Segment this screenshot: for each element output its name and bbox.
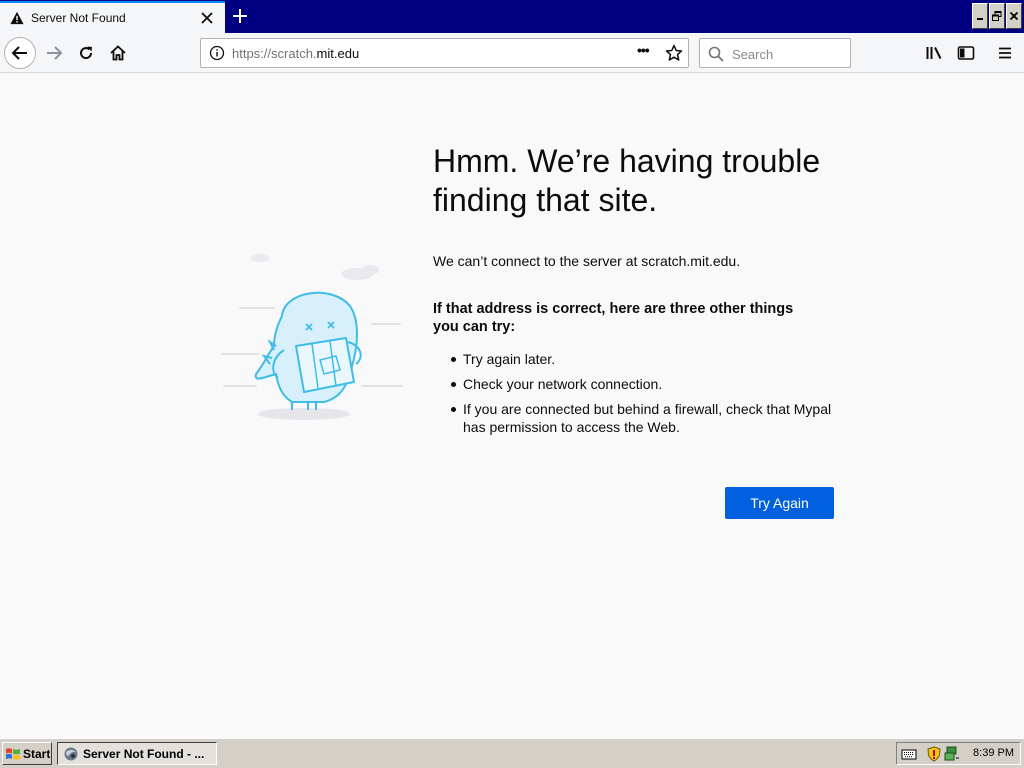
url-prefix: https://scratch.	[232, 46, 317, 61]
try-again-button[interactable]: Try Again	[725, 487, 834, 519]
keyboard-icon[interactable]	[901, 747, 917, 761]
library-icon	[926, 47, 942, 59]
search-input[interactable]	[730, 45, 849, 63]
tab-close-icon[interactable]	[198, 9, 216, 27]
windows-logo-icon	[6, 747, 20, 760]
back-button[interactable]	[4, 37, 36, 69]
back-arrow-icon	[11, 46, 27, 60]
error-description: We can’t connect to the server at scratc…	[433, 253, 741, 269]
bookmark-star-icon[interactable]	[665, 44, 683, 62]
close-window-button[interactable]	[1006, 3, 1022, 29]
library-button[interactable]	[920, 39, 948, 67]
suggestion-item: If you are connected but behind a firewa…	[451, 400, 853, 436]
error-title-line-2: finding that site.	[433, 182, 658, 218]
security-shield-icon[interactable]	[927, 746, 941, 762]
clock: 8:39 PM	[973, 747, 1014, 759]
suggestions-heading: If that address is correct, here are thr…	[433, 300, 853, 336]
warning-icon	[10, 11, 24, 25]
plus-icon	[233, 9, 247, 23]
suggestions-list: Try again later. Check your network conn…	[433, 350, 853, 436]
address-bar[interactable]: https://scratch.mit.edu •••	[200, 38, 689, 68]
forward-arrow-icon	[47, 46, 63, 60]
page-actions-icon[interactable]: •••	[637, 42, 650, 58]
search-bar[interactable]	[699, 38, 851, 68]
error-message-container: Hmm. We’re having trouble finding that s…	[433, 142, 853, 443]
reload-button[interactable]	[72, 39, 100, 67]
suggestions-heading-line-1: If that address is correct, here are thr…	[433, 301, 794, 317]
minimize-icon	[977, 18, 983, 20]
url-text[interactable]: https://scratch.mit.edu	[232, 46, 359, 61]
tab-title: Server Not Found	[31, 11, 126, 25]
suggestion-item: Try again later.	[451, 350, 853, 368]
search-icon	[708, 46, 724, 62]
menu-button[interactable]	[991, 39, 1019, 67]
error-illustration	[221, 254, 403, 420]
taskbar: Start Server Not Found - ... 8:39 PM	[0, 738, 1024, 768]
suggestions-heading-line-2: you can try:	[433, 319, 516, 335]
new-tab-button[interactable]	[229, 5, 251, 27]
title-bar: Server Not Found	[0, 0, 1024, 33]
home-icon	[110, 45, 126, 61]
url-domain: mit.edu	[316, 46, 360, 61]
start-button[interactable]: Start	[2, 742, 52, 765]
taskbar-item-label: Server Not Found - ...	[83, 746, 205, 761]
error-title-line-1: Hmm. We’re having trouble	[433, 143, 821, 179]
error-title: Hmm. We’re having trouble finding that s…	[433, 142, 853, 220]
navigation-toolbar: https://scratch.mit.edu •••	[0, 33, 1024, 73]
reload-icon	[80, 46, 93, 60]
forward-button[interactable]	[40, 39, 68, 67]
browser-app-icon	[64, 747, 78, 760]
sidebar-icon	[957, 46, 975, 60]
hamburger-menu-icon	[999, 47, 1011, 59]
info-icon[interactable]	[209, 45, 225, 61]
suggestion-item: Check your network connection.	[451, 375, 853, 393]
tab-server-not-found[interactable]: Server Not Found	[0, 1, 225, 33]
restore-button[interactable]	[989, 3, 1005, 29]
taskbar-item-browser[interactable]: Server Not Found - ...	[57, 742, 217, 765]
minimize-button[interactable]	[972, 3, 988, 29]
close-icon	[1010, 12, 1018, 20]
system-tray: 8:39 PM	[896, 742, 1021, 765]
restore-icon	[992, 11, 1002, 21]
home-button[interactable]	[104, 39, 132, 67]
start-label: Start	[23, 746, 51, 761]
network-icon[interactable]	[944, 746, 960, 762]
sidebar-button[interactable]	[952, 39, 980, 67]
